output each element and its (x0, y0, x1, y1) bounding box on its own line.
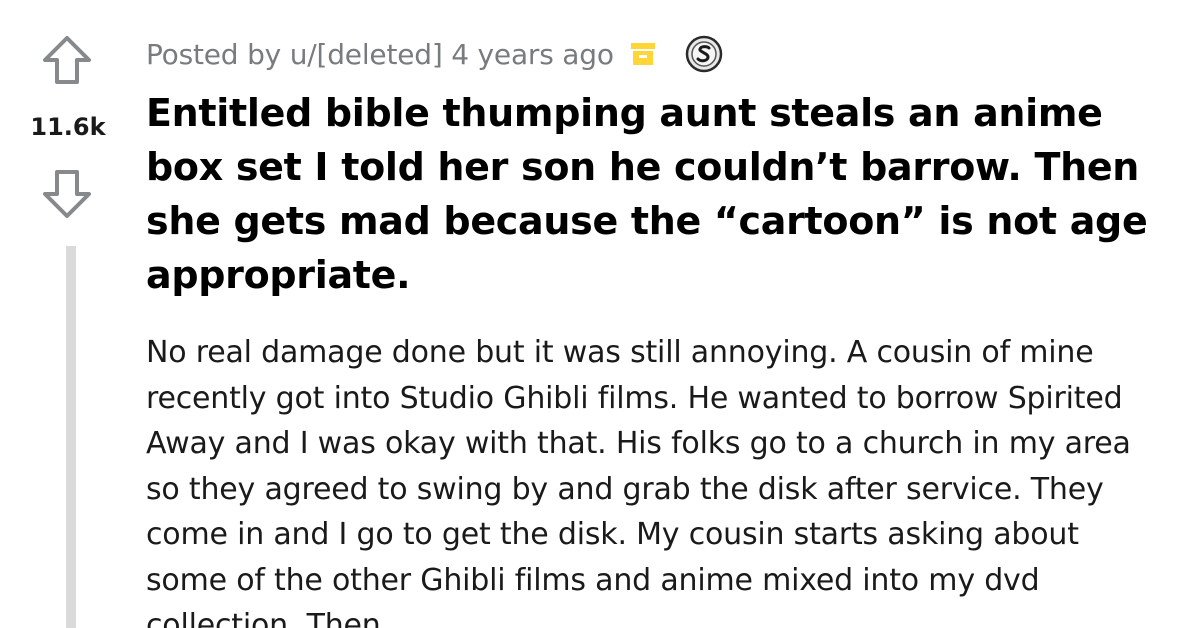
silver-award-icon[interactable] (684, 34, 724, 74)
post-body: No real damage done but it was still ann… (146, 335, 1131, 628)
thread-line[interactable] (66, 246, 76, 628)
archive-box-icon (628, 39, 658, 69)
upvote-button[interactable] (40, 33, 94, 87)
vote-column: 11.6k (0, 0, 136, 628)
vote-score: 11.6k (30, 113, 106, 141)
downvote-button[interactable] (40, 167, 94, 221)
upvote-arrow-icon (43, 36, 91, 84)
post-meta: Posted by u/[deleted] 4 years ago (146, 32, 724, 76)
downvote-arrow-icon (43, 170, 91, 218)
post-meta-text: Posted by u/[deleted] 4 years ago (146, 37, 614, 71)
post-title[interactable]: Entitled bible thumping aunt steals an a… (146, 86, 1156, 302)
